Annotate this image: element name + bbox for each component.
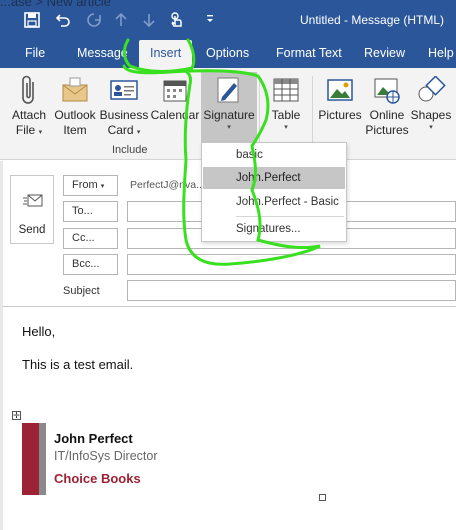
arrow-up-icon[interactable] <box>115 12 127 31</box>
shapes-icon <box>410 72 452 108</box>
chevron-down-icon: ▾ <box>429 124 433 131</box>
chevron-down-icon: ▾ <box>227 124 231 131</box>
business-card-button[interactable]: Business Card ▾ <box>99 72 149 138</box>
table-label: Table <box>271 108 301 122</box>
online-pictures-label: Online <box>369 108 405 122</box>
touch-mode-icon[interactable] <box>168 12 184 33</box>
tab-options[interactable]: Options <box>206 40 249 68</box>
chevron-down-icon: ▾ <box>284 124 288 131</box>
tab-insert[interactable]: Insert <box>139 40 193 68</box>
outlook-item-label: Outlook <box>54 108 96 122</box>
signature-accent-bar <box>22 423 39 495</box>
message-body[interactable] <box>3 306 456 530</box>
outlook-item-button[interactable]: Outlook Item <box>52 72 98 138</box>
signature-menu-item-john-perfect[interactable]: John.Perfect <box>203 167 345 189</box>
redo-icon[interactable] <box>86 12 102 31</box>
send-icon <box>22 192 44 213</box>
online-picture-icon <box>365 72 409 108</box>
calendar-icon <box>150 72 200 108</box>
bcc-button[interactable]: Bcc... <box>63 254 118 275</box>
signature-menu-item-basic[interactable]: basic <box>203 144 345 166</box>
envelope-icon <box>52 72 98 108</box>
group-separator <box>312 76 313 152</box>
paperclip-icon <box>6 72 52 108</box>
body-text: This is a test email. <box>22 357 134 372</box>
send-label: Send <box>18 224 46 236</box>
tab-file[interactable]: File <box>25 40 45 68</box>
table-button[interactable]: Table ▾ <box>263 72 309 133</box>
online-pictures-label-2: Pictures <box>365 123 409 137</box>
pen-signature-icon <box>201 72 257 108</box>
tab-message[interactable]: Message <box>77 40 128 68</box>
group-include-label: Include <box>112 144 148 156</box>
subject-field[interactable] <box>127 280 456 301</box>
picture-icon <box>315 72 365 108</box>
chevron-down-icon: ▾ <box>38 129 43 136</box>
table-move-handle-icon[interactable]: ✛ <box>12 411 21 420</box>
arrow-down-icon[interactable] <box>143 12 155 31</box>
customize-icon[interactable] <box>205 12 215 31</box>
from-address: PerfectJ@nva... <box>130 179 205 191</box>
attach-file-label-2: File <box>15 123 36 137</box>
signature-title: IT/InfoSys Director <box>54 449 158 463</box>
shapes-label: Shapes <box>410 108 452 122</box>
title-bar: ...ase > New article Untitled - Message … <box>0 0 456 40</box>
business-card-label: Business <box>99 108 149 122</box>
background-window-text: ...ase > New article <box>0 0 111 9</box>
business-card-label-2: Card <box>107 123 134 137</box>
signature-company: Choice Books <box>54 471 141 486</box>
subject-label: Subject <box>63 285 100 297</box>
attach-file-label: Attach <box>11 108 47 122</box>
menu-separator <box>236 216 344 217</box>
pictures-button[interactable]: Pictures <box>315 72 365 123</box>
group-separator <box>259 76 260 152</box>
send-button[interactable]: Send <box>10 175 54 244</box>
pictures-label: Pictures <box>318 108 362 122</box>
cc-button[interactable]: Cc... <box>63 228 118 249</box>
signature-accent-bar-gray <box>39 423 46 495</box>
signature-menu-item-john-perfect-basic[interactable]: John.Perfect - Basic <box>203 191 345 213</box>
undo-icon[interactable] <box>55 12 71 31</box>
table-icon <box>263 72 309 108</box>
business-card-icon <box>99 72 149 108</box>
table-resize-handle-icon[interactable] <box>319 494 326 501</box>
tab-review[interactable]: Review <box>364 40 405 68</box>
signature-label: Signature <box>203 108 255 122</box>
ribbon-tabs: File Message Insert Options Format Text … <box>0 40 456 68</box>
from-button[interactable]: From ▾ <box>63 175 118 196</box>
calendar-button[interactable]: Calendar <box>150 72 200 123</box>
tab-format-text[interactable]: Format Text <box>276 40 342 68</box>
window-title: Untitled - Message (HTML) <box>300 13 445 27</box>
signature-menu: basic John.Perfect John.Perfect - Basic … <box>201 142 347 242</box>
shapes-button[interactable]: Shapes ▾ <box>410 72 452 133</box>
outlook-item-label-2: Item <box>63 123 87 137</box>
signature-menu-item-signatures[interactable]: Signatures... <box>203 218 345 240</box>
calendar-label: Calendar <box>150 108 200 122</box>
chevron-down-icon: ▾ <box>136 129 141 136</box>
signature-name: John Perfect <box>54 431 133 446</box>
attach-file-button[interactable]: Attach File ▾ <box>6 72 52 138</box>
online-pictures-button[interactable]: Online Pictures <box>365 72 409 138</box>
chevron-down-icon: ▾ <box>100 183 105 190</box>
tab-help[interactable]: Help <box>428 40 454 68</box>
from-label: From <box>72 179 98 191</box>
bcc-field[interactable] <box>127 254 456 275</box>
body-greeting: Hello, <box>22 324 56 339</box>
save-icon[interactable] <box>24 12 40 31</box>
signature-button[interactable]: Signature ▾ <box>201 72 257 144</box>
to-button[interactable]: To... <box>63 201 118 222</box>
